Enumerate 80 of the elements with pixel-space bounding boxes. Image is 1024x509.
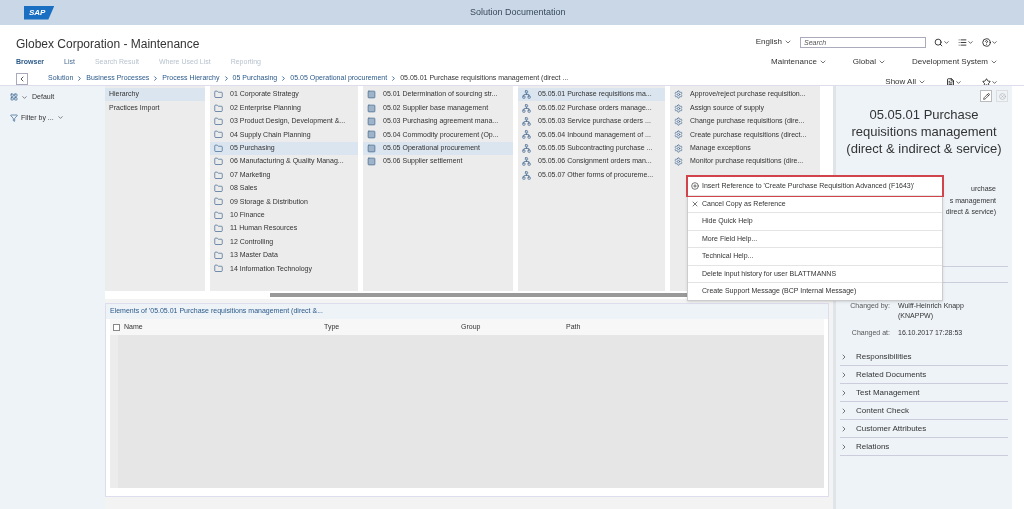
folder-icon [214, 210, 223, 220]
shell-title: Solution Documentation [470, 5, 566, 19]
square-icon [367, 130, 376, 140]
hierarchy-icon [522, 157, 531, 167]
gear-icon [674, 157, 683, 167]
pencil-icon [982, 92, 990, 100]
chevron-down-icon [991, 78, 998, 86]
square-icon [367, 103, 376, 113]
grid-icon [10, 93, 18, 102]
chevron-down-icon [955, 78, 962, 86]
filter-icon [10, 113, 18, 122]
document-icon[interactable] [946, 77, 955, 87]
detail-title: 05.05.01 Purchase requisitions management (direct & indirect & service) [845, 106, 1003, 157]
section-header[interactable]: Responsibilities [840, 348, 1008, 366]
section-header[interactable]: Relations [840, 438, 1008, 456]
close-icon [998, 92, 1006, 100]
gear-icon [674, 143, 683, 153]
chevron-right-icon [280, 75, 288, 82]
folder-icon [214, 157, 223, 167]
logo: SAP [24, 5, 55, 20]
list-icon[interactable] [958, 37, 967, 47]
chevron-right-icon [152, 75, 160, 82]
section-header[interactable]: Customer Attributes [840, 420, 1008, 438]
chevron-down-icon [21, 93, 28, 101]
folder-icon [214, 237, 223, 247]
context-dropdown[interactable]: Development System [911, 56, 998, 68]
folder-icon [214, 116, 223, 126]
chevron-down-icon [918, 78, 926, 86]
square-icon [367, 157, 376, 167]
folder-icon [214, 197, 223, 207]
chevron-down-icon [818, 58, 827, 66]
page-title: Globex Corporation - Maintenance [16, 36, 201, 53]
chevron-down-icon [943, 38, 950, 46]
hierarchy-icon [522, 103, 531, 113]
context-dropdown[interactable]: Maintenance [771, 56, 827, 68]
section-header[interactable]: Content Check [840, 402, 1008, 420]
folder-icon [214, 183, 223, 193]
gear-icon [674, 103, 683, 113]
folder-icon [214, 224, 223, 234]
context-dropdown[interactable]: Global [852, 56, 886, 68]
section-header[interactable]: Related Documents [840, 366, 1008, 384]
hierarchy-icon [522, 116, 531, 126]
folder-icon [214, 264, 223, 274]
square-icon [367, 90, 376, 100]
folder-icon [214, 90, 223, 100]
square-icon [367, 116, 376, 126]
chevron-right-icon [222, 75, 230, 82]
close-icon [691, 199, 699, 208]
folder-icon [214, 170, 223, 180]
chevron-right-icon [390, 75, 398, 82]
chevron-right-icon [76, 75, 84, 82]
help-icon[interactable] [982, 37, 991, 47]
select-all-checkbox[interactable] [113, 323, 120, 331]
section-header[interactable]: Test Management [840, 384, 1008, 402]
show-all-dropdown[interactable]: Show All [885, 76, 926, 88]
folder-icon [214, 250, 223, 260]
gear-icon [674, 90, 683, 100]
hierarchy-icon [522, 90, 531, 100]
chevron-down-icon [784, 38, 792, 46]
chevron-down-icon [967, 38, 974, 46]
square-icon [367, 143, 376, 153]
chevron-down-icon [990, 58, 998, 66]
hierarchy-icon [522, 143, 531, 153]
edit-button[interactable] [980, 90, 992, 102]
plus-icon [691, 181, 699, 190]
chevron-left-icon [18, 74, 26, 83]
folder-icon [214, 143, 223, 153]
star-icon[interactable] [982, 77, 991, 87]
hierarchy-icon [522, 170, 531, 180]
gear-icon [674, 116, 683, 126]
gear-icon [674, 130, 683, 140]
chevron-down-icon [56, 114, 64, 122]
folder-icon [214, 130, 223, 140]
hierarchy-icon [522, 130, 531, 140]
chevron-down-icon [877, 58, 886, 66]
back-button[interactable] [16, 72, 28, 85]
language-dropdown[interactable]: English [755, 36, 792, 48]
search-icon[interactable] [934, 37, 943, 47]
chevron-down-icon [991, 38, 998, 46]
folder-icon [214, 103, 223, 113]
